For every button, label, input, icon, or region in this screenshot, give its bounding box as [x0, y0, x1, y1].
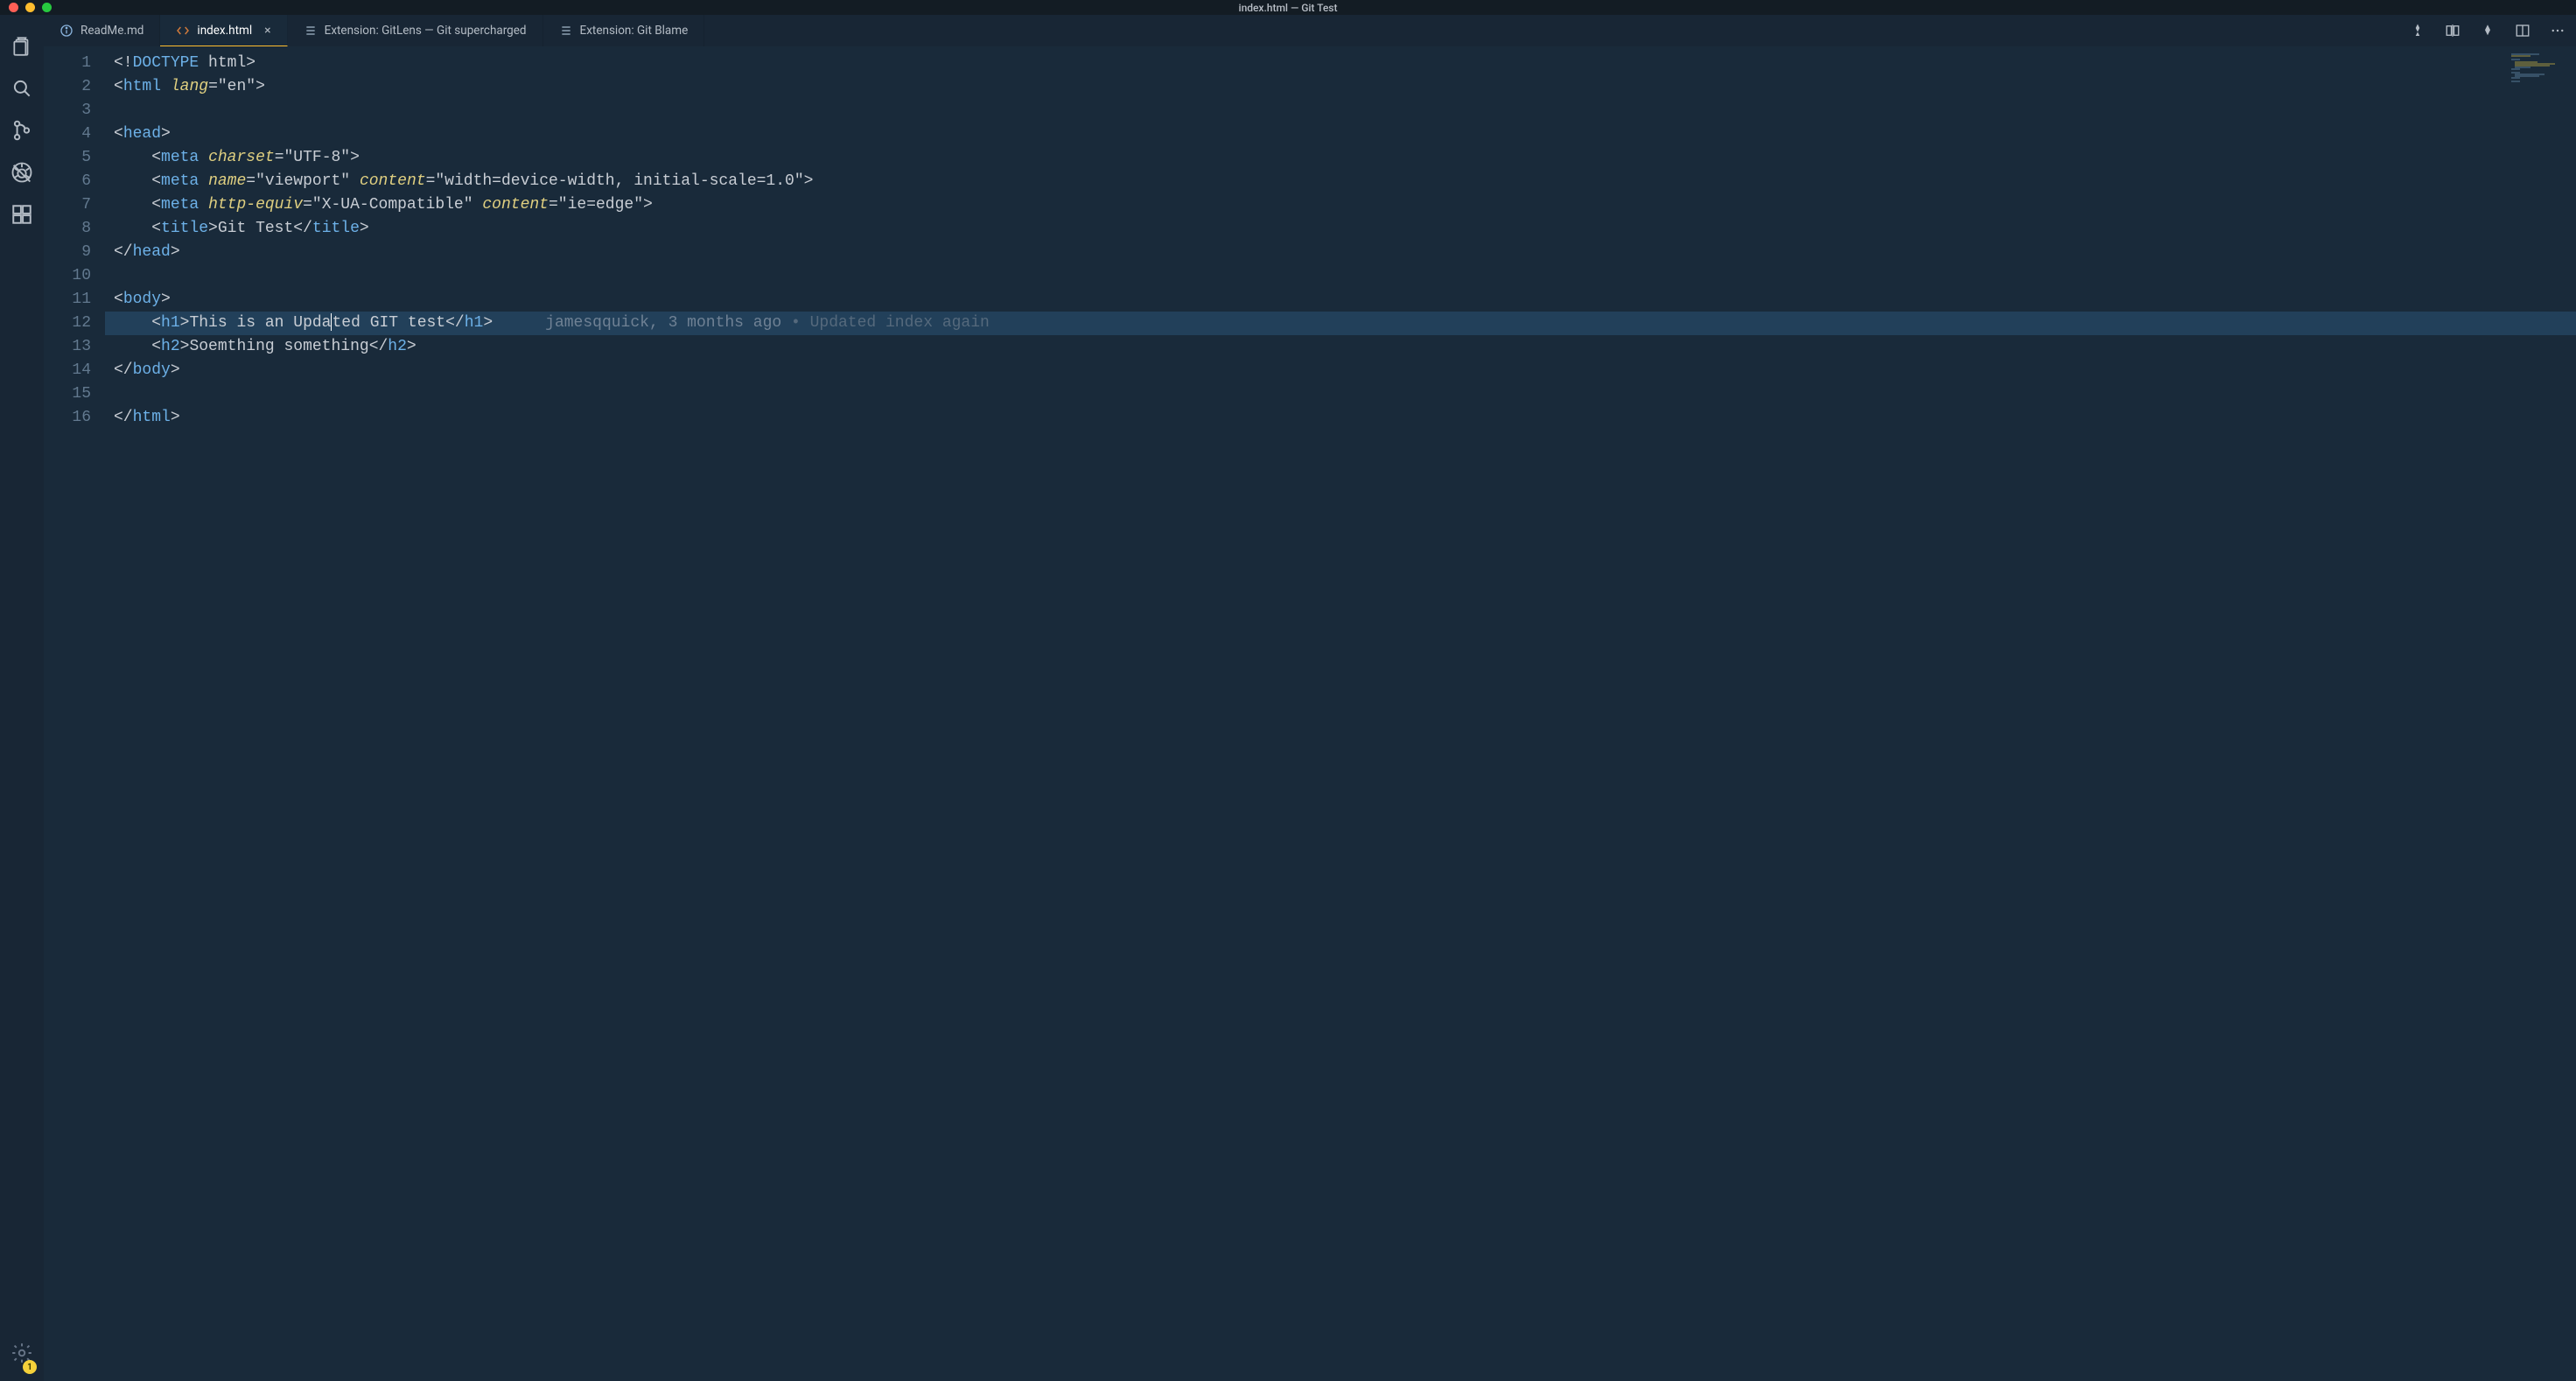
title-bar: index.html — Git Test: [0, 0, 2576, 15]
code-line[interactable]: <html lang="en">: [105, 75, 2576, 99]
search-icon[interactable]: [0, 67, 44, 109]
gitlens-annotation: jamesqquick, 3 months ago • Updated inde…: [545, 314, 990, 332]
code-line[interactable]: <meta name="viewport" content="width=dev…: [105, 170, 2576, 193]
tab-label: index.html: [197, 24, 252, 38]
update-badge: 1: [23, 1360, 37, 1374]
line-number: 15: [44, 382, 91, 406]
line-number: 13: [44, 335, 91, 359]
debug-icon[interactable]: [0, 151, 44, 193]
tab-extension-git-blame[interactable]: Extension: Git Blame: [543, 15, 705, 46]
code-line[interactable]: [105, 264, 2576, 288]
line-number: 3: [44, 99, 91, 123]
settings-gear-icon[interactable]: 1: [0, 1332, 44, 1374]
code-line[interactable]: <h1>This is an Updated GIT test</h1>jame…: [105, 312, 2576, 335]
code-line[interactable]: <meta http-equiv="X-UA-Compatible" conte…: [105, 193, 2576, 217]
code-line[interactable]: <title>Git Test</title>: [105, 217, 2576, 241]
code-line[interactable]: </body>: [105, 359, 2576, 382]
line-number-gutter: 12345678910111213141516: [44, 46, 105, 1381]
tab-label: Extension: GitLens — Git supercharged: [325, 24, 527, 38]
line-number: 6: [44, 170, 91, 193]
line-number: 14: [44, 359, 91, 382]
list-icon: [559, 24, 573, 38]
minimize-window-icon[interactable]: [25, 3, 35, 12]
line-number: 9: [44, 241, 91, 264]
code-line[interactable]: [105, 382, 2576, 406]
code-line[interactable]: [105, 99, 2576, 123]
code-line[interactable]: </html>: [105, 406, 2576, 430]
window-title: index.html — Git Test: [1239, 2, 1338, 14]
code-line[interactable]: <head>: [105, 123, 2576, 146]
window-controls: [0, 3, 52, 12]
close-tab-icon[interactable]: ×: [264, 25, 270, 37]
info-icon: [60, 24, 74, 38]
line-number: 10: [44, 264, 91, 288]
compare-icon[interactable]: [2443, 21, 2462, 40]
tab-index-html[interactable]: index.html ×: [160, 15, 287, 46]
code-line[interactable]: <meta charset="UTF-8">: [105, 146, 2576, 170]
editor[interactable]: 12345678910111213141516 <!DOCTYPE html><…: [44, 46, 2576, 1381]
html-icon: [176, 24, 190, 38]
line-number: 11: [44, 288, 91, 312]
gitlens-toggle-icon[interactable]: [2408, 21, 2427, 40]
more-icon[interactable]: [2548, 21, 2567, 40]
list-icon: [304, 24, 318, 38]
code-line[interactable]: <body>: [105, 288, 2576, 312]
line-number: 4: [44, 123, 91, 146]
gitlens-icon[interactable]: [2478, 21, 2497, 40]
tab-readme-md[interactable]: ReadMe.md: [44, 15, 160, 46]
line-number: 12: [44, 312, 91, 335]
activity-bar: 1: [0, 15, 44, 1381]
line-number: 7: [44, 193, 91, 217]
code-line[interactable]: <!DOCTYPE html>: [105, 52, 2576, 75]
code-line[interactable]: </head>: [105, 241, 2576, 264]
line-number: 16: [44, 406, 91, 430]
split-editor-icon[interactable]: [2513, 21, 2532, 40]
explorer-icon[interactable]: [0, 25, 44, 67]
maximize-window-icon[interactable]: [42, 3, 52, 12]
tab-extension-gitlens-git-supercharged[interactable]: Extension: GitLens — Git supercharged: [288, 15, 543, 46]
source-control-icon[interactable]: [0, 109, 44, 151]
line-number: 5: [44, 146, 91, 170]
line-number: 2: [44, 75, 91, 99]
line-number: 1: [44, 52, 91, 75]
close-window-icon[interactable]: [9, 3, 18, 12]
tab-label: Extension: Git Blame: [580, 24, 689, 38]
code-line[interactable]: <h2>Soemthing something</h2>: [105, 335, 2576, 359]
extensions-icon[interactable]: [0, 193, 44, 235]
tab-label: ReadMe.md: [80, 24, 144, 38]
line-number: 8: [44, 217, 91, 241]
tab-bar: ReadMe.md index.html × Extension: GitLens —…: [44, 15, 2576, 46]
